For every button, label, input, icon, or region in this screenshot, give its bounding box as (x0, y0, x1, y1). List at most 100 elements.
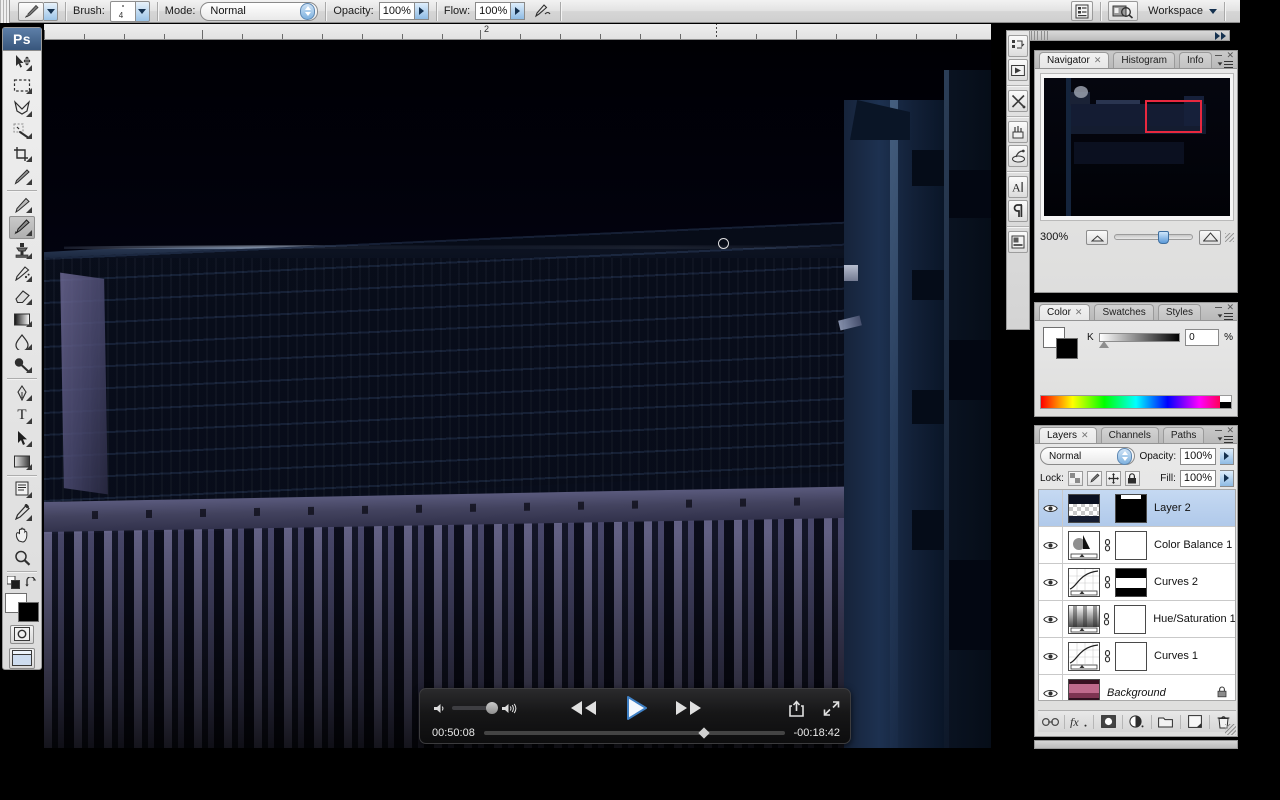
dock-clone-source[interactable] (1008, 145, 1028, 167)
volume-slider[interactable] (452, 702, 498, 714)
panel-menu-icon[interactable] (1217, 434, 1233, 444)
rectangular-marquee-tool[interactable] (9, 74, 35, 97)
dodge-tool[interactable] (9, 353, 35, 376)
tab-navigator[interactable]: Navigator ✕ (1039, 52, 1110, 68)
options-bar-grip[interactable] (0, 0, 10, 23)
rewind-icon[interactable] (569, 699, 598, 717)
dock-actions[interactable] (1008, 59, 1028, 81)
dock-paragraph[interactable] (1008, 200, 1028, 222)
spectrum-white-black-end[interactable] (1220, 396, 1231, 408)
flow-input[interactable]: 100% (475, 2, 512, 20)
tab-color[interactable]: Color ✕ (1039, 304, 1091, 320)
lock-position[interactable] (1105, 470, 1121, 486)
opacity-slider-popup[interactable] (414, 2, 429, 20)
dock-history-actions[interactable] (1008, 35, 1028, 57)
fullscreen-icon[interactable] (823, 700, 840, 717)
screen-mode-button[interactable] (9, 647, 35, 669)
panel-resize-grip[interactable] (1225, 724, 1236, 735)
zoom-in-button[interactable] (1199, 229, 1221, 245)
progress-scrubber[interactable] (483, 727, 785, 739)
blend-mode-select[interactable]: Normal (200, 1, 319, 21)
layer-name[interactable]: Background (1107, 687, 1166, 699)
quick-mask-button[interactable] (10, 624, 34, 644)
layer-mask-thumbnail[interactable] (1114, 604, 1147, 634)
toggle-palettes-button[interactable] (1071, 1, 1094, 21)
path-selection-tool[interactable] (9, 427, 35, 450)
tool-preset-dropdown[interactable] (44, 1, 58, 21)
layer-visibility-toggle[interactable] (1039, 674, 1063, 700)
layer-style-button[interactable]: fx (1069, 713, 1090, 731)
default-colors-icon[interactable] (6, 575, 21, 592)
eyedropper-tool[interactable] (9, 501, 35, 524)
new-layer-button[interactable] (1184, 713, 1205, 731)
lock-transparent-pixels[interactable] (1067, 470, 1083, 486)
pen-tool[interactable] (9, 381, 35, 404)
dock-character[interactable]: A (1008, 176, 1028, 198)
k-channel-slider[interactable] (1098, 332, 1181, 348)
tab-layers[interactable]: Layers ✕ (1039, 427, 1097, 443)
layer-mask-thumbnail[interactable] (1115, 493, 1147, 523)
image-canvas[interactable] (44, 40, 991, 748)
layer-thumbnail[interactable] (1068, 493, 1100, 523)
layer-visibility-toggle[interactable] (1039, 526, 1063, 564)
workspace-chevron-down-icon[interactable] (1209, 8, 1217, 14)
add-layer-mask-button[interactable] (1098, 713, 1119, 731)
navigator-view-box[interactable] (1145, 100, 1202, 133)
zoom-tool[interactable] (9, 546, 35, 569)
table-row[interactable]: Layer 2 (1039, 490, 1235, 527)
layer-mask-thumbnail[interactable] (1115, 530, 1147, 560)
minimize-icon[interactable] (1215, 430, 1223, 431)
dock-tool-presets[interactable] (1008, 90, 1028, 112)
healing-brush-tool[interactable] (9, 193, 35, 216)
zoom-slider[interactable] (1114, 231, 1193, 244)
horizontal-ruler[interactable]: 2 (44, 24, 991, 40)
share-icon[interactable] (788, 700, 805, 717)
layer-list[interactable]: Layer 2 Color Balance 1 Curves 2 Hue/Sat… (1038, 489, 1236, 701)
dock-brushes[interactable] (1008, 121, 1028, 143)
shape-tool[interactable] (9, 450, 35, 473)
scrubber-knob[interactable] (698, 727, 710, 739)
panel-resize-grip[interactable] (1225, 232, 1234, 242)
table-row[interactable]: Background (1039, 674, 1235, 700)
dock-grip-bar[interactable] (1018, 30, 1230, 41)
k-channel-input[interactable]: 0 (1185, 328, 1220, 346)
table-row[interactable]: Hue/Saturation 1 (1039, 600, 1235, 638)
table-row[interactable]: Curves 2 (1039, 563, 1235, 601)
layer-opacity-popup[interactable] (1220, 447, 1234, 465)
tab-styles[interactable]: Styles (1157, 304, 1202, 320)
background-thumbnail[interactable] (1068, 678, 1100, 700)
minimize-icon[interactable] (1215, 55, 1223, 56)
clone-stamp-tool[interactable] (9, 239, 35, 262)
layer-mask-link-icon[interactable] (1103, 574, 1112, 590)
go-to-bridge-button[interactable] (1108, 1, 1139, 21)
tab-channels[interactable]: Channels (1100, 427, 1159, 443)
adjustment-thumbnail[interactable] (1067, 604, 1100, 634)
layer-name[interactable]: Curves 2 (1154, 576, 1198, 588)
layer-visibility-toggle[interactable] (1039, 637, 1063, 675)
eraser-tool[interactable] (9, 285, 35, 308)
new-group-button[interactable] (1155, 713, 1176, 731)
history-brush-tool[interactable] (9, 262, 35, 285)
current-tool-preset[interactable] (18, 1, 44, 21)
layer-fill-input[interactable]: 100% (1179, 469, 1216, 487)
zoom-out-button[interactable] (1086, 229, 1108, 245)
expand-dock-button[interactable] (1215, 31, 1226, 40)
layer-mask-link-icon[interactable] (1103, 537, 1112, 553)
close-icon[interactable]: ✕ (1226, 426, 1234, 435)
hand-tool[interactable] (9, 524, 35, 547)
k-slider-knob[interactable] (1098, 340, 1109, 348)
table-row[interactable]: Color Balance 1 (1039, 526, 1235, 564)
slice-tool[interactable] (9, 165, 35, 188)
layer-mask-thumbnail[interactable] (1115, 567, 1147, 597)
airbrush-toggle[interactable] (531, 1, 553, 21)
layer-name[interactable]: Hue/Saturation 1 (1153, 613, 1235, 625)
tab-paths[interactable]: Paths (1162, 427, 1205, 443)
layer-name[interactable]: Layer 2 (1154, 502, 1191, 514)
background-color-swatch[interactable] (18, 602, 39, 623)
close-icon[interactable]: ✕ (1075, 307, 1083, 318)
dock-layer-comps[interactable] (1008, 231, 1028, 253)
adjustment-thumbnail[interactable] (1068, 567, 1100, 597)
notes-tool[interactable] (9, 478, 35, 501)
lasso-tool[interactable] (9, 97, 35, 120)
layer-mask-thumbnail[interactable] (1115, 641, 1147, 671)
